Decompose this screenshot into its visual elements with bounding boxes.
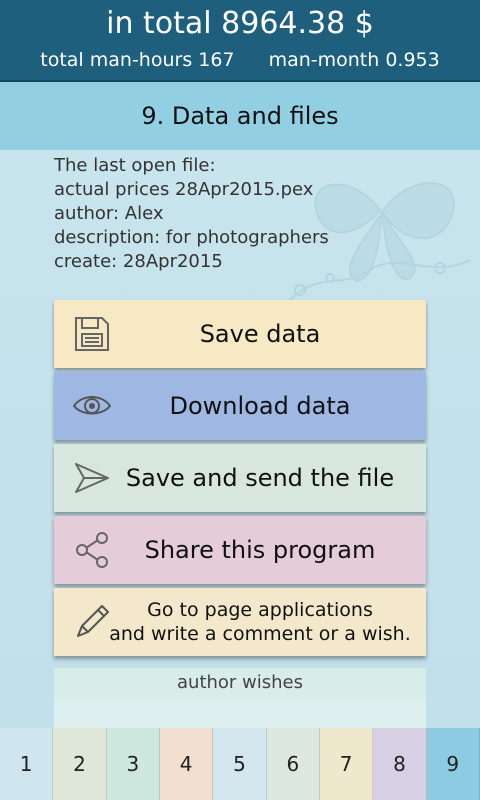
file-description: description: for photographers bbox=[54, 227, 329, 248]
tab-5[interactable]: 5 bbox=[213, 728, 267, 800]
page-title: 9. Data and files bbox=[0, 82, 480, 150]
page-tab-bar: 1 2 3 4 5 6 7 8 9 bbox=[0, 728, 480, 800]
pencil-icon bbox=[77, 605, 109, 637]
man-hours-text: total man-hours 167 bbox=[40, 49, 235, 71]
send-icon bbox=[75, 463, 109, 493]
author-wishes-item[interactable]: author wishes bbox=[54, 668, 426, 698]
tab-7[interactable]: 7 bbox=[319, 728, 374, 800]
save-data-button[interactable]: Save data bbox=[54, 300, 426, 368]
file-name: actual prices 28Apr2015.pex bbox=[54, 179, 314, 200]
write-comment-label: Go to page applications and write a comm… bbox=[69, 598, 411, 646]
save-and-send-label: Save and send the file bbox=[125, 464, 395, 492]
share-icon bbox=[76, 532, 108, 568]
comment-line-1: Go to page applications bbox=[147, 599, 373, 621]
write-comment-button[interactable]: Go to page applications and write a comm… bbox=[54, 588, 426, 656]
share-program-button[interactable]: Share this program bbox=[54, 516, 426, 584]
tab-8[interactable]: 8 bbox=[373, 728, 427, 800]
file-author: author: Alex bbox=[54, 203, 164, 224]
tab-3[interactable]: 3 bbox=[106, 728, 160, 800]
floppy-icon bbox=[75, 317, 109, 351]
summary-subline: total man-hours 167 man-month 0.953 bbox=[0, 48, 480, 72]
last-file-info: The last open file: actual prices 28Apr2… bbox=[54, 154, 329, 274]
author-wishes-spacer bbox=[54, 698, 426, 728]
comment-line-2: and write a comment or a wish. bbox=[109, 623, 411, 645]
save-data-label: Save data bbox=[199, 320, 321, 348]
save-and-send-button[interactable]: Save and send the file bbox=[54, 444, 426, 512]
download-data-label: Download data bbox=[169, 392, 351, 420]
tab-6[interactable]: 6 bbox=[266, 728, 320, 800]
man-month-text: man-month 0.953 bbox=[268, 49, 440, 71]
file-info-heading: The last open file: bbox=[54, 155, 216, 176]
tab-1[interactable]: 1 bbox=[0, 728, 54, 800]
tab-4[interactable]: 4 bbox=[159, 728, 214, 800]
share-program-label: Share this program bbox=[144, 536, 376, 564]
main-content: The last open file: actual prices 28Apr2… bbox=[0, 150, 480, 728]
tab-9[interactable]: 9 bbox=[426, 728, 480, 800]
download-data-button[interactable]: Download data bbox=[54, 372, 426, 440]
file-created: create: 28Apr2015 bbox=[54, 251, 223, 272]
total-amount: in total 8964.38 $ bbox=[106, 6, 374, 41]
tab-2[interactable]: 2 bbox=[53, 728, 107, 800]
eye-icon bbox=[72, 396, 112, 415]
summary-header: in total 8964.38 $ total man-hours 167 m… bbox=[0, 0, 480, 82]
